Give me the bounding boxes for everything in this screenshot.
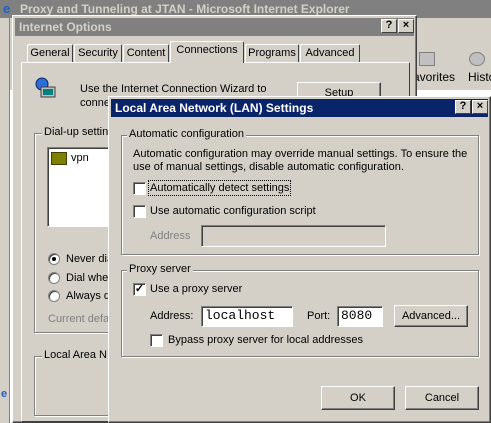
tab-programs[interactable]: Programs	[245, 44, 299, 62]
auto-detect-label: Automatically detect settings	[147, 180, 292, 196]
script-address-input[interactable]	[201, 225, 386, 247]
use-proxy-label: Use a proxy server	[150, 283, 243, 295]
dialup-connection-icon	[51, 152, 67, 165]
cancel-button[interactable]: Cancel	[405, 386, 479, 410]
automatic-configuration-legend: Automatic configuration	[127, 128, 246, 140]
close-icon: ×	[476, 100, 484, 112]
lan-close-button[interactable]: ×	[472, 100, 488, 114]
lan-settings-titlebar: Local Area Network (LAN) Settings ? ×	[111, 99, 488, 117]
history-toolbar-button[interactable]: Histo	[465, 50, 491, 86]
lan-settings-legend: Local Area N	[42, 349, 109, 361]
never-dial-radio[interactable]	[48, 253, 60, 265]
script-address-label: Address	[150, 230, 191, 242]
history-icon	[469, 52, 485, 66]
wizard-text-2: conne	[80, 97, 110, 109]
auto-config-script-label: Use automatic configuration script	[150, 205, 316, 217]
favorites-label: avorites	[413, 70, 456, 84]
help-icon: ?	[385, 19, 393, 31]
proxy-address-input[interactable]: localhost	[201, 306, 293, 327]
internet-options-titlebar: Internet Options ? ×	[15, 18, 414, 36]
proxy-address-label: Address:	[150, 310, 194, 322]
connection-wizard-icon	[35, 77, 56, 99]
ok-button[interactable]: OK	[321, 386, 395, 410]
tab-advanced[interactable]: Advanced	[300, 44, 360, 62]
current-default-label: Current defau	[48, 313, 116, 325]
proxy-server-legend: Proxy server	[127, 263, 193, 275]
lan-settings-dialog: Local Area Network (LAN) Settings ? × Au…	[108, 96, 491, 423]
never-dial-label: Never dia	[66, 253, 114, 265]
history-label: Histo	[468, 70, 491, 84]
proxy-port-input[interactable]: 8080	[337, 306, 383, 327]
ie-logo-icon: e	[3, 1, 11, 16]
browser-left-strip	[0, 18, 10, 423]
close-icon: ×	[402, 19, 410, 31]
internet-options-title: Internet Options	[19, 20, 112, 34]
tab-security[interactable]: Security	[74, 44, 122, 62]
help-button[interactable]: ?	[381, 19, 397, 33]
automatic-configuration-description: Automatic configuration may override man…	[133, 148, 468, 173]
use-proxy-check-mark: ✓	[134, 283, 145, 295]
proxy-port-label: Port:	[307, 310, 331, 322]
tab-content[interactable]: Content	[123, 44, 169, 62]
wizard-text-1: Use the Internet Connection Wizard to	[80, 83, 267, 95]
use-proxy-checkbox[interactable]: ✓	[133, 283, 146, 296]
dialup-item-label: vpn	[71, 152, 89, 164]
always-dial-label: Always d	[66, 290, 111, 302]
help-icon: ?	[459, 100, 467, 112]
dialup-connections-list[interactable]: vpn	[47, 147, 117, 227]
page-icon: e	[1, 388, 8, 400]
bypass-local-label: Bypass proxy server for local addresses	[168, 334, 364, 346]
auto-detect-checkbox[interactable]	[133, 182, 146, 195]
advanced-button[interactable]: Advanced...	[394, 305, 468, 327]
lan-help-button[interactable]: ?	[455, 100, 471, 114]
close-button[interactable]: ×	[398, 19, 414, 33]
dial-whenever-radio[interactable]	[48, 272, 60, 284]
browser-title: Proxy and Tunneling at JTAN - Microsoft …	[20, 2, 350, 16]
dialup-settings-legend: Dial-up settin	[42, 126, 111, 138]
lan-settings-title: Local Area Network (LAN) Settings	[115, 101, 314, 115]
always-dial-radio[interactable]	[48, 290, 60, 302]
tab-general[interactable]: General	[27, 44, 73, 62]
bypass-local-checkbox[interactable]	[150, 334, 163, 347]
favorites-icon	[419, 52, 435, 66]
tab-connections[interactable]: Connections	[170, 41, 244, 63]
dial-whenever-label: Dial whe	[66, 272, 109, 284]
auto-config-script-checkbox[interactable]	[133, 205, 146, 218]
